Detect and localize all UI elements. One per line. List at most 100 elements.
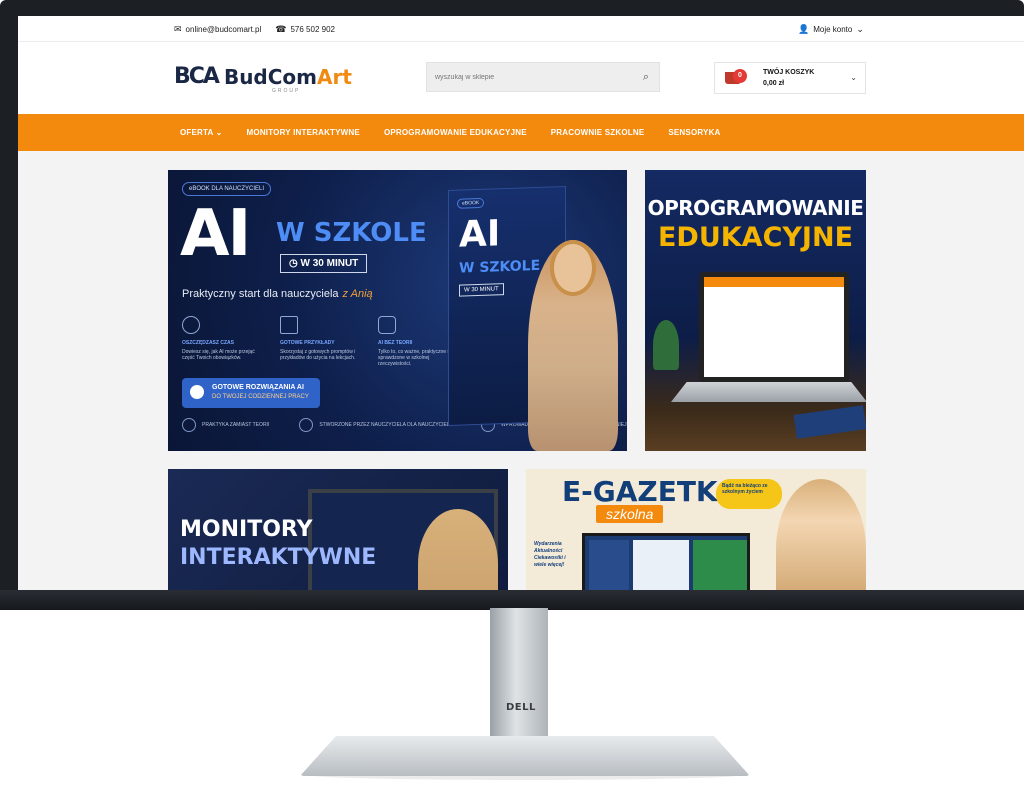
clock-icon: ◷: [289, 258, 298, 269]
nav-item-pracownie[interactable]: PRACOWNIE SZKOLNE: [551, 128, 645, 137]
gazette-bubble: Bądź na bieżąco ze szkolnym życiem: [716, 479, 782, 509]
teacher-icon: [299, 418, 314, 432]
cart-widget[interactable]: 0 TWÓJ KOSZYK 0,00 zł ⌄: [714, 62, 866, 94]
nav-label: OFERTA: [180, 128, 214, 137]
logo-name-accent: Art: [317, 64, 352, 89]
nav-item-oprogramowanie[interactable]: OPROGRAMOWANIE EDUKACYJNE: [384, 128, 527, 137]
presenter-head: [550, 240, 596, 296]
envelope-icon: ✉: [174, 24, 182, 34]
cta-line1: GOTOWE ROZWIĄZANIA AI: [212, 384, 304, 391]
minutes-badge: ◷ W 30 MINUT: [280, 254, 368, 273]
monitors-title: MONITORY: [180, 517, 313, 542]
monitors-banner[interactable]: MONITORY INTERAKTYWNE: [168, 469, 508, 590]
ai-cta-button[interactable]: GOTOWE ROZWIĄZANIA AI DO TWOJEJ CODZIENN…: [182, 378, 320, 408]
feature-item: AI BEZ TEORII Tylko to, co ważne, prakty…: [378, 316, 456, 367]
gazette-title: E-GAZETKA: [562, 475, 740, 508]
book-title: AI: [459, 213, 501, 256]
search-box: ⌕: [426, 62, 660, 92]
nav-item-monitory[interactable]: MONITORY INTERAKTYWNE: [247, 128, 360, 137]
w-szkole-title: W SZKOLE: [276, 218, 427, 248]
feature-item: OSZCZĘDZASZ CZAS Dowiesz się, jak AI moż…: [182, 316, 260, 367]
chat-icon: [378, 316, 396, 334]
email-text: online@budcomart.pl: [185, 25, 262, 34]
ai-ebook-banner[interactable]: eBOOK DLA NAUCZYCIELI AI W SZKOLE ◷ W 30…: [168, 170, 627, 451]
minutes-text: W 30 MINUT: [300, 258, 359, 269]
software-banner[interactable]: OPROGRAMOWANIE EDUKACYJNE: [645, 170, 866, 451]
site-header: BCA BudComArt GROUP ⌕ 0 TWÓJ KOSZYK 0,00…: [18, 42, 1024, 114]
ai-title: AI: [180, 197, 251, 271]
laptop-base-image: [671, 382, 866, 402]
chevron-down-icon: ⌄: [215, 128, 223, 137]
monitor-screen: ✉ online@budcomart.pl ☎ 576 502 902 👤 Mo…: [18, 16, 1024, 590]
logo-text: BudComArt: [224, 67, 352, 87]
software-title: OPROGRAMOWANIE: [647, 196, 864, 220]
book-minutes: W 30 MINUT: [459, 283, 504, 297]
dell-logo: DELL: [506, 702, 536, 713]
cart-count-badge: 0: [733, 69, 747, 83]
gazette-subtitle: szkolna: [596, 505, 664, 523]
footer-item: STWORZONE PRZEZ NAUCZYCIELA DLA NAUCZYCI…: [299, 418, 451, 432]
feature-title: GOTOWE PRZYKŁADY: [280, 340, 335, 346]
app-bar: [704, 277, 844, 287]
logo-sub: GROUP: [272, 88, 301, 94]
document-icon: [280, 316, 298, 334]
feature-title: AI BEZ TEORII: [378, 340, 413, 346]
laptop-screen-image: [699, 272, 849, 382]
feature-text: Skorzystaj z gotowych promptów i przykła…: [280, 349, 356, 361]
logo-name-main: BudCom: [223, 64, 318, 89]
gazette-side-text: Wydarzenia Aktualności Ciekawostki i wie…: [534, 541, 566, 568]
search-input[interactable]: [427, 63, 627, 91]
search-icon[interactable]: ⌕: [643, 71, 649, 84]
plant-image: [653, 320, 679, 370]
monitors-subtitle: INTERAKTYWNE: [180, 545, 377, 570]
cart-title: TWÓJ KOSZYK: [763, 69, 815, 76]
gazette-column: [693, 540, 747, 590]
book-label: eBOOK: [457, 197, 485, 209]
top-bar: ✉ online@budcomart.pl ☎ 576 502 902 👤 Mo…: [18, 16, 1024, 42]
gazette-screen-image: [582, 533, 750, 590]
download-icon: [190, 385, 204, 399]
site-logo[interactable]: BCA BudComArt GROUP: [174, 64, 352, 94]
phone-text: 576 502 902: [290, 25, 335, 34]
gazette-column: [589, 540, 629, 590]
footer-text: STWORZONE PRZEZ NAUCZYCIELA DLA NAUCZYCI…: [319, 422, 452, 428]
phone-link[interactable]: ☎ 576 502 902: [275, 24, 335, 35]
footer-text: PRAKTYKA ZAMIAST TEORII: [202, 422, 270, 428]
monitor-stand-neck: [490, 608, 548, 748]
feature-text: Tylko to, co ważne, praktyczne i sprawdz…: [378, 349, 449, 367]
check-icon: [182, 418, 196, 432]
signature: z Anią: [342, 288, 373, 300]
contact-info: ✉ online@budcomart.pl ☎ 576 502 902: [174, 24, 335, 35]
main-nav: OFERTA ⌄ MONITORY INTERAKTYWNE OPROGRAMO…: [18, 114, 1024, 151]
monitor-chin: [0, 590, 1024, 610]
ai-subtitle: Praktyczny start dla nauczyciela z Anią: [182, 288, 373, 300]
presenter-photo: [528, 240, 618, 451]
gazette-banner[interactable]: E-GAZETKA szkolna Wydarzenia Aktualności…: [526, 469, 866, 590]
gazette-column: [633, 540, 689, 590]
chevron-down-icon[interactable]: ⌄: [850, 73, 857, 82]
cart-value: 0,00 zł: [763, 80, 785, 87]
logo-mark: BCA: [174, 64, 220, 89]
feature-title: OSZCZĘDZASZ CZAS: [182, 340, 234, 346]
phone-icon: ☎: [275, 24, 287, 34]
account-label: Moje konto: [813, 25, 853, 34]
book-subtitle: W SZKOLE: [459, 257, 541, 277]
subtitle-text: Praktyczny start dla nauczyciela: [182, 288, 339, 300]
footer-item: PRAKTYKA ZAMIAST TEORII: [182, 418, 269, 432]
monitor-stand-base: [300, 736, 750, 776]
nav-item-oferta[interactable]: OFERTA ⌄: [180, 128, 223, 137]
clock-icon: [182, 316, 200, 334]
monitor-bezel: ✉ online@budcomart.pl ☎ 576 502 902 👤 Mo…: [0, 0, 1024, 610]
cta-line2: DO TWOJEJ CODZIENNEJ PRACY: [212, 394, 309, 400]
feature-item: GOTOWE PRZYKŁADY Skorzystaj z gotowych p…: [280, 316, 358, 367]
ebook-pill: eBOOK DLA NAUCZYCIELI: [182, 182, 272, 196]
feature-text: Dowiesz się, jak AI może przejąć część T…: [182, 349, 255, 361]
presenter-photo: [776, 479, 866, 590]
software-subtitle: EDUKACYJNE: [657, 222, 854, 253]
chevron-down-icon: ⌄: [856, 24, 864, 34]
email-link[interactable]: ✉ online@budcomart.pl: [174, 24, 261, 35]
feature-list: OSZCZĘDZASZ CZAS Dowiesz się, jak AI moż…: [182, 316, 456, 367]
account-menu[interactable]: 👤 Moje konto ⌄: [798, 24, 864, 35]
notebook-image: [793, 405, 866, 439]
nav-item-sensoryka[interactable]: SENSORYKA: [668, 128, 720, 137]
